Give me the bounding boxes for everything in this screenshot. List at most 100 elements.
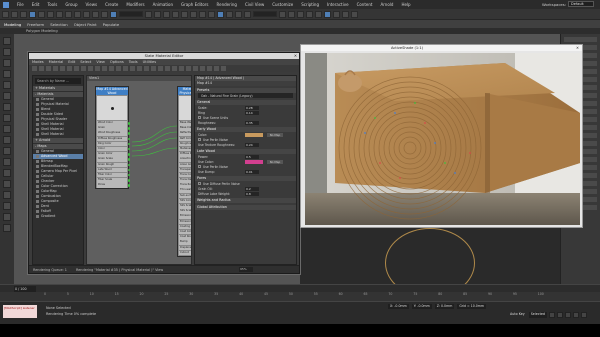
slate-tool-icon[interactable] (32, 66, 37, 71)
slate-menu-item[interactable]: Material (49, 59, 64, 65)
tool-icon[interactable] (3, 103, 11, 111)
tool-icon[interactable] (3, 48, 11, 56)
node-slot[interactable]: Emission (179, 214, 191, 219)
menu-item[interactable]: Arnold (376, 2, 397, 7)
tool-icon[interactable] (3, 180, 11, 188)
menu-item[interactable]: Tools (43, 2, 61, 7)
toolbar-button-icon[interactable] (315, 10, 322, 18)
toolbar-button-icon[interactable] (279, 10, 286, 18)
slate-tool-icon[interactable] (214, 66, 219, 71)
prev-frame-icon[interactable] (556, 312, 563, 318)
node-slot[interactable]: Thin-walled (179, 188, 191, 193)
node-slot[interactable]: Metalness (179, 146, 191, 152)
node-slot[interactable]: Displacement (179, 245, 191, 250)
node-slot[interactable]: Grain (97, 126, 130, 131)
node-slot[interactable]: Diffuse Rough (179, 152, 191, 157)
next-frame-icon[interactable] (572, 312, 579, 318)
toolbar-button-icon[interactable] (56, 10, 63, 18)
slate-title-bar[interactable]: Slate Material Editor ✕ (29, 53, 299, 59)
slate-tool-icon[interactable] (144, 66, 149, 71)
command-panel-row[interactable] (564, 37, 597, 42)
menu-item[interactable]: Help (397, 2, 414, 7)
toolbar-button-icon[interactable] (190, 10, 197, 18)
toolbar-button-icon[interactable] (11, 10, 18, 18)
menu-item[interactable]: Group (61, 2, 81, 7)
node-slot[interactable]: SSS Color (179, 198, 191, 204)
toolbar-button-icon[interactable] (2, 10, 9, 18)
parameter-editor[interactable]: Map #14 ( Advanced Wood ) Map #14 Preset… (194, 75, 297, 265)
toolbar-button-icon[interactable] (199, 10, 206, 18)
node-slot[interactable]: Emission Color (179, 219, 191, 225)
toolbar-button-icon[interactable] (172, 10, 179, 18)
tool-icon[interactable] (3, 169, 11, 177)
node-slot[interactable]: Coat Rough (179, 235, 191, 240)
auto-key-button[interactable]: Auto Key (510, 312, 525, 318)
node-slot[interactable]: Aniso Angle (179, 162, 191, 167)
param-spinner[interactable]: 0.14 (245, 110, 259, 115)
ribbon-tab[interactable]: Selection (50, 22, 68, 27)
activeshade-window[interactable]: ActiveShade (1:1) ✕ (300, 44, 583, 228)
node-slot[interactable]: Bump (179, 240, 191, 245)
color-swatch[interactable] (245, 132, 263, 137)
toolbar-button-icon[interactable] (101, 10, 108, 18)
toolbar-button-icon[interactable] (110, 10, 117, 18)
toolbar-button-icon[interactable] (145, 10, 152, 18)
browser-item[interactable]: Shell Material (33, 132, 83, 137)
go-to-start-icon[interactable] (548, 312, 555, 318)
ribbon-tab[interactable]: Object Paint (74, 22, 97, 27)
material-node[interactable]: Map #14 Advanced Wood Wood Color Grain Wood… (95, 86, 130, 190)
tool-icon[interactable] (3, 81, 11, 89)
node-slot[interactable]: SSS Scale (179, 209, 191, 214)
coord-y[interactable]: Y: -0.0mm (411, 304, 432, 309)
slate-tool-icon[interactable] (95, 66, 100, 71)
slate-tool-icon[interactable] (221, 66, 226, 71)
tool-icon[interactable] (3, 114, 11, 122)
browser-group-header[interactable]: + Materials (33, 86, 83, 91)
toolbar-button-icon[interactable] (351, 10, 358, 18)
slate-tool-icon[interactable] (123, 66, 128, 71)
node-slot[interactable]: Base Weight (179, 121, 191, 126)
menu-item[interactable]: Interactive (323, 2, 353, 7)
node-slot[interactable]: Color (97, 146, 130, 152)
slate-tool-icon[interactable] (151, 66, 156, 71)
tool-icon[interactable] (3, 158, 11, 166)
toolbar-button-icon[interactable] (154, 10, 161, 18)
frame-counter[interactable]: 0 / 100 (14, 285, 36, 292)
toolbar-button-icon[interactable] (244, 10, 251, 18)
material-map-browser[interactable]: Search by Name ... + Materials - Material… (32, 75, 84, 265)
toolbar-button-icon[interactable] (163, 10, 170, 18)
param-spinner[interactable]: 0.5 (245, 154, 259, 159)
toolbar-button-icon[interactable] (217, 10, 224, 18)
slate-tool-icon[interactable] (130, 66, 135, 71)
close-icon[interactable]: ✕ (294, 53, 297, 59)
menu-item[interactable]: Civil View (241, 2, 268, 7)
slate-tool-icon[interactable] (116, 66, 121, 71)
rollout-header[interactable]: Weights and Radius (195, 198, 296, 203)
slate-tool-icon[interactable] (186, 66, 191, 71)
slate-tool-icon[interactable] (200, 66, 205, 71)
coord-z[interactable]: Z: 0.0mm (434, 304, 455, 309)
tool-icon[interactable] (3, 224, 11, 232)
slate-tool-icon[interactable] (207, 66, 212, 71)
checkbox[interactable] (198, 116, 201, 119)
toolbar-button-icon[interactable] (20, 10, 27, 18)
tool-icon[interactable] (3, 191, 11, 199)
tool-icon[interactable] (3, 147, 11, 155)
menu-item[interactable]: Modifiers (122, 2, 148, 7)
slate-tool-icon[interactable] (137, 66, 142, 71)
coord-x[interactable]: X: -0.0mm (388, 304, 409, 309)
node-slot[interactable]: Anisotropy (179, 157, 191, 162)
slate-material-editor[interactable]: Slate Material Editor ✕ Modes Material Edi… (28, 52, 300, 274)
key-filter-dropdown[interactable]: Selected (528, 312, 547, 318)
slate-tool-icon[interactable] (179, 66, 184, 71)
render-title-bar[interactable]: ActiveShade (1:1) ✕ (301, 45, 582, 51)
menu-item[interactable]: Graph Editors (177, 2, 212, 7)
checkbox[interactable] (198, 182, 201, 185)
track-bar[interactable]: 0 5 10 15 20 25 30 35 40 45 50 55 60 65 70 75 80 85 90 95 10… (0, 292, 600, 301)
menu-item[interactable]: Rendering (213, 2, 241, 7)
node-slot[interactable]: Fiber Scale (97, 178, 130, 183)
node-slot[interactable]: SSS Scatter (179, 204, 191, 209)
toolbar-button-icon[interactable] (47, 10, 54, 18)
toolbar-button-icon[interactable] (181, 10, 188, 18)
node-slot[interactable]: Grain Color (97, 152, 130, 157)
